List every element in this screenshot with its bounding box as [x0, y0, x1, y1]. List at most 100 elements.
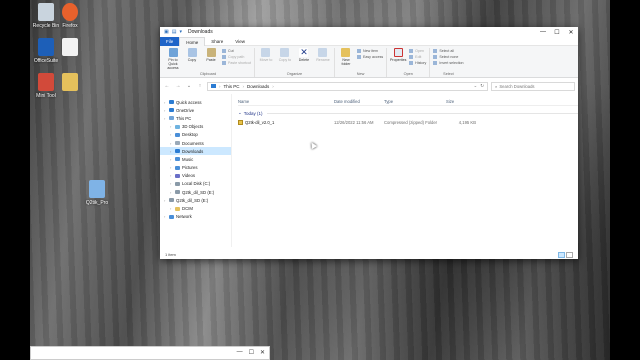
move-to-button[interactable]: Move to	[258, 48, 274, 62]
tab-file[interactable]: File	[160, 36, 180, 46]
column-date-modified[interactable]: Date modified	[334, 99, 384, 104]
breadcrumb-downloads[interactable]: Downloads	[247, 84, 269, 89]
history-icon	[409, 61, 414, 65]
view-toggle	[558, 251, 573, 258]
button-label: Rename	[316, 58, 330, 62]
rename-button[interactable]: Rename	[315, 48, 331, 62]
left-letterbox	[0, 0, 30, 360]
nav-item-label: 3D Objects	[182, 124, 204, 130]
pin-quick-access-button[interactable]: Pin to Quick access	[165, 48, 181, 70]
paste-button[interactable]: Paste	[203, 48, 219, 62]
tab-home[interactable]: Home	[179, 36, 206, 46]
zip-folder-icon	[238, 119, 243, 125]
easy-access-button[interactable]: Easy access	[356, 54, 384, 60]
button-label: Invert selection	[439, 61, 464, 65]
history-button[interactable]: History	[409, 60, 426, 66]
explorer-body: › Quick access › OneDrive › This PC › 3D Object…	[160, 94, 578, 247]
nav-item[interactable]: › Local Disk (C:)	[160, 180, 231, 188]
button-label: Delete	[298, 58, 310, 62]
desktop-icon-firefox[interactable]: Firefox	[56, 3, 84, 29]
up-arrow-icon[interactable]: ↑	[196, 83, 204, 89]
refresh-icon[interactable]: ↻	[480, 83, 484, 89]
desktop-icon-label: Mini Tool	[36, 93, 56, 99]
star-icon	[169, 100, 174, 105]
nav-item[interactable]: › Desktop	[160, 131, 231, 139]
tab-share[interactable]: Share	[205, 37, 229, 46]
nav-item[interactable]: › Downloads	[160, 147, 231, 156]
back-arrow-icon[interactable]: ←	[163, 83, 171, 89]
desktop-icon-folder[interactable]	[56, 73, 84, 93]
nav-item-label: Desktop	[182, 132, 198, 138]
nav-item[interactable]: › Q2tk_dil_SD (E:)	[160, 188, 231, 196]
group-label: Organize	[286, 72, 303, 76]
maximize-button[interactable]: ☐	[550, 29, 564, 36]
group-label: Open	[403, 72, 413, 76]
breadcrumb-this-pc[interactable]: This PC	[224, 84, 240, 89]
nav-item-label: DCIM	[182, 206, 193, 212]
nav-item[interactable]: › Network	[160, 213, 231, 221]
computer-icon	[169, 116, 174, 121]
nav-item-label: Music	[182, 156, 194, 162]
forward-arrow-icon[interactable]: →	[174, 83, 182, 89]
nav-item-label: Downloads	[182, 148, 204, 154]
properties-quick-icon[interactable]: ▣	[164, 29, 169, 35]
details-view-icon[interactable]	[558, 251, 565, 258]
nav-item[interactable]: › Videos	[160, 172, 231, 180]
nav-item[interactable]: › This PC	[160, 114, 231, 122]
quick-access-toolbar: ▣ ▤ ▾	[164, 29, 182, 35]
recent-chevron-icon[interactable]: ⌄	[185, 83, 193, 89]
button-label: Easy access	[362, 55, 384, 59]
tab-view[interactable]: View	[229, 37, 251, 46]
group-label: Clipboard	[199, 72, 217, 76]
desktop-icon-document[interactable]	[56, 38, 84, 58]
column-name[interactable]: Name	[238, 99, 334, 104]
documents-icon	[175, 141, 180, 146]
navigation-pane: › Quick access › OneDrive › This PC › 3D Object…	[160, 94, 232, 247]
invert-selection-button[interactable]: Invert selection	[433, 60, 464, 66]
nav-item[interactable]: › 3D Objects	[160, 123, 231, 131]
customize-quick-icon[interactable]: ▾	[179, 29, 182, 35]
button-label: Paste shortcut	[228, 61, 251, 65]
file-date: 12/26/2022 11:56 AM	[334, 119, 374, 125]
close-button[interactable]: ✕	[564, 29, 578, 36]
new-folder-quick-icon[interactable]: ▤	[172, 29, 177, 35]
desktop-icon-q2tik-pro[interactable]: Q2tik_Pro	[83, 180, 111, 206]
desktop-icon-label: Q2tik_Pro	[85, 200, 109, 206]
address-dropdown-icon[interactable]: ⌄	[473, 83, 477, 89]
column-size[interactable]: Size	[446, 99, 476, 104]
easy-access-icon	[356, 55, 361, 59]
properties-icon	[393, 48, 403, 57]
download-icon	[175, 149, 180, 154]
right-letterbox	[610, 0, 640, 360]
open-icon	[409, 49, 414, 53]
copy-button[interactable]: Copy	[184, 48, 200, 62]
column-type[interactable]: Type	[384, 99, 446, 104]
nav-item[interactable]: › Music	[160, 155, 231, 163]
close-icon[interactable]: ✕	[260, 349, 265, 356]
search-input[interactable]: ⌕ Search Downloads	[491, 81, 575, 91]
search-icon: ⌕	[495, 83, 498, 89]
delete-button[interactable]: ✕ Delete	[296, 48, 312, 63]
nav-item[interactable]: › OneDrive	[160, 106, 231, 114]
file-row[interactable]: Q2tk-dil_v2.0_1 12/26/2022 11:56 AM Comp…	[238, 118, 578, 126]
nav-item[interactable]: › DCIM	[160, 204, 231, 212]
maximize-icon[interactable]: ☐	[249, 349, 254, 356]
breadcrumb-separator-icon: ›	[219, 83, 221, 89]
cube-icon	[175, 124, 180, 129]
disk-icon	[175, 181, 180, 186]
minimize-button[interactable]: —	[536, 29, 550, 36]
minimize-icon[interactable]: —	[237, 349, 243, 356]
new-folder-button[interactable]: New folder	[338, 48, 354, 66]
item-count: 1 item	[165, 252, 176, 257]
nav-item[interactable]: › Q2tk_dil_SD (E:)	[160, 196, 231, 204]
address-bar[interactable]: › This PC › Downloads › ⌄ ↻	[207, 81, 488, 91]
nav-item[interactable]: › Quick access	[160, 98, 231, 106]
nav-item[interactable]: › Pictures	[160, 164, 231, 172]
group-header-today[interactable]: ⌄ Today (1)	[238, 108, 578, 118]
paste-shortcut-button[interactable]: Paste shortcut	[222, 60, 251, 66]
copy-to-button[interactable]: Copy to	[277, 48, 293, 62]
properties-button[interactable]: Properties	[390, 48, 406, 62]
large-icons-view-icon[interactable]	[566, 251, 573, 258]
document-icon	[62, 38, 78, 56]
nav-item[interactable]: › Documents	[160, 139, 231, 147]
